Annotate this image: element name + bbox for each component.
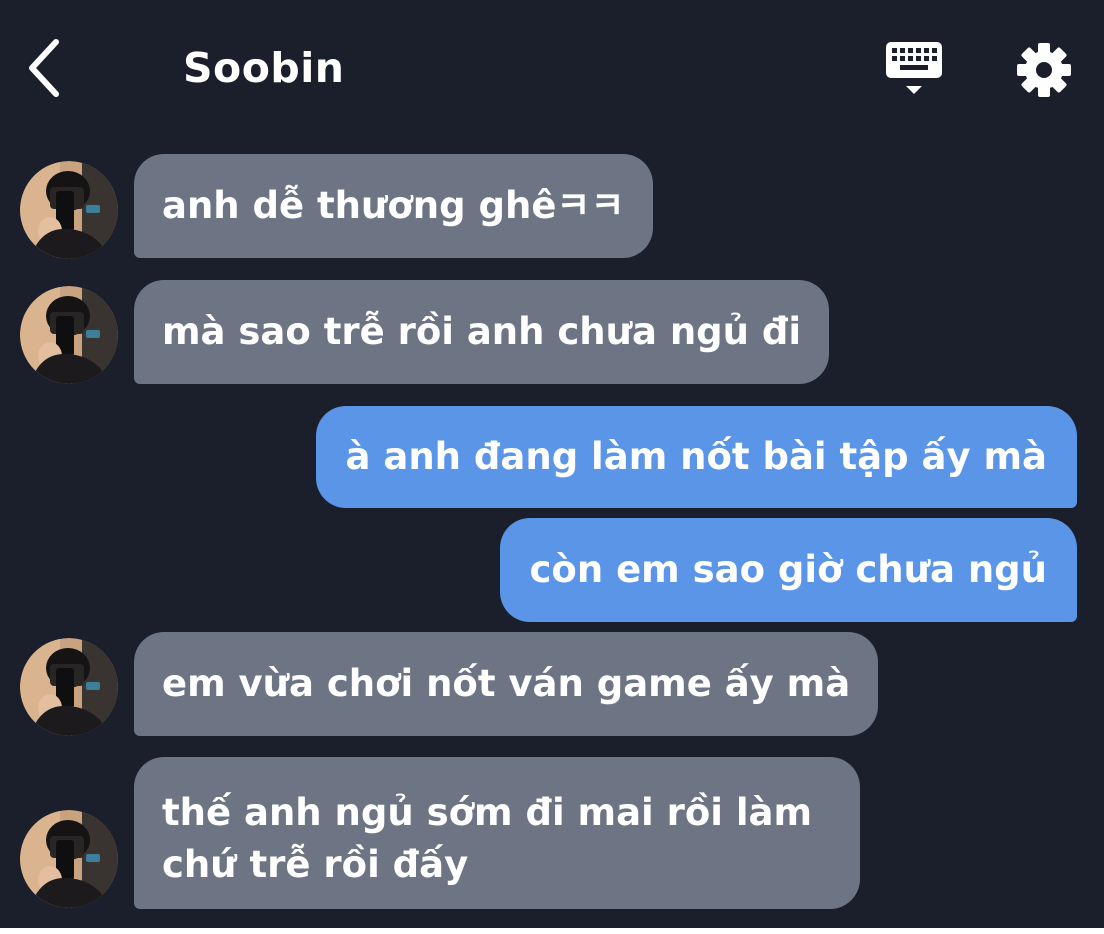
back-button[interactable] [22,36,72,100]
contact-avatar[interactable] [20,286,118,384]
gear-icon [1017,43,1071,97]
contact-name: Soobin [183,44,345,92]
chat-header: Soobin [0,0,1104,135]
message-text: còn em sao giờ chưa ngủ [529,548,1048,591]
keyboard-button[interactable] [884,38,946,100]
message-bubble-outgoing[interactable]: còn em sao giờ chưa ngủ [499,518,1077,622]
contact-avatar[interactable] [20,810,118,908]
settings-button[interactable] [1014,40,1074,100]
message-bubble-incoming[interactable]: em vừa chơi nốt ván game ấy mà [134,632,879,736]
keyboard-icon [886,42,942,94]
message-bubble-incoming[interactable]: mà sao trễ rồi anh chưa ngủ đi [134,280,830,384]
message-text: à anh đang làm nốt bài tập ấy mà [345,435,1047,478]
message-text-line: thế anh ngủ sớm đi mai rồi làm [162,791,813,834]
message-bubble-outgoing[interactable]: à anh đang làm nốt bài tập ấy mà [315,406,1077,508]
message-bubble-incoming[interactable]: anh dễ thương ghêㅋㅋ [134,154,653,258]
message-bubble-incoming[interactable]: thế anh ngủ sớm đi mai rồi làm chứ trễ r… [134,757,860,909]
message-text: anh dễ thương ghêㅋㅋ [162,184,625,227]
contact-avatar[interactable] [20,161,118,259]
chat-screen: Soobin anh dễ thương ghêㅋㅋ mà sao trễ rồ… [0,0,1104,928]
contact-avatar[interactable] [20,638,118,736]
message-text: em vừa chơi nốt ván game ấy mà [162,662,851,705]
message-text-line: chứ trễ rồi đấy [162,843,469,886]
message-text: mà sao trễ rồi anh chưa ngủ đi [162,310,802,353]
chevron-left-icon [29,39,59,97]
